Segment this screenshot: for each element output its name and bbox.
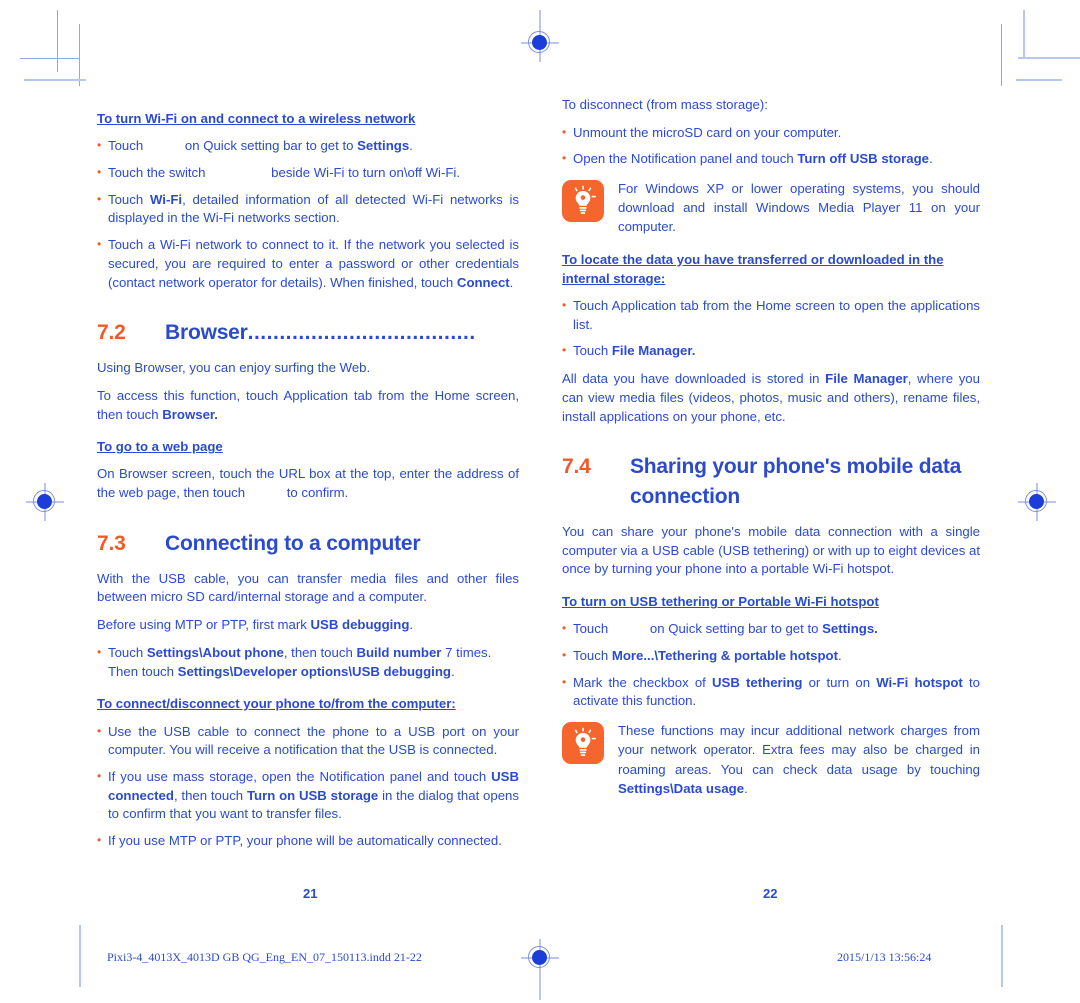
paragraph-usb-debugging: Before using MTP or PTP, first mark USB … — [97, 617, 414, 633]
section-heading-7-3: 7.3 Connecting to a computer — [97, 529, 519, 559]
bullet-list-connect: Use the USB cable to connect the phone t… — [97, 723, 519, 851]
paragraph-usb-transfer: With the USB cable, you can transfer med… — [97, 570, 519, 605]
section-title-7-2-dots: .................................... — [247, 321, 476, 345]
list-item: Touch on Quick setting bar to get to Set… — [97, 137, 519, 156]
list-item: Touch Application tab from the Home scre… — [562, 297, 980, 334]
manual-page-spread: To turn Wi-Fi on and connect to a wirele… — [0, 0, 1080, 1003]
paragraph-file-manager: All data you have downloaded is stored i… — [562, 371, 980, 424]
heading-go-to-web-page: To go to a web page — [97, 439, 223, 455]
footer-timestamp: 2015/1/13 13:56:24 — [837, 950, 932, 964]
list-item: Touch a Wi-Fi network to connect to it. … — [97, 236, 519, 292]
heading-turn-on-wifi: To turn Wi-Fi on and connect to a wirele… — [97, 111, 416, 126]
lightbulb-icon — [562, 180, 604, 223]
section-number-7-4: 7.4 — [562, 455, 591, 479]
bullet-list-disconnect: Unmount the microSD card on your compute… — [562, 124, 980, 169]
left-page-column: To turn Wi-Fi on and connect to a wirele… — [97, 96, 519, 860]
section-number-7-2: 7.2 — [97, 321, 126, 345]
lightbulb-icon — [562, 722, 604, 765]
list-item: Touch Settings\About phone, then touch B… — [97, 644, 519, 681]
right-page-column: To disconnect (from mass storage): Unmou… — [562, 96, 980, 810]
section-title-7-4-line2: connection — [630, 485, 741, 509]
page-number-left: 21 — [303, 886, 318, 901]
paragraph-browser-intro: Using Browser, you can enjoy surfing the… — [97, 360, 371, 376]
heading-locate-data: To locate the data you have transferred … — [562, 251, 944, 286]
page-number-right: 22 — [763, 886, 778, 901]
section-heading-7-2: 7.2 Browser.............................… — [97, 318, 519, 348]
list-item: Touch Wi-Fi, detailed information of all… — [97, 191, 519, 228]
tip-note-windows-xp: For Windows XP or lower operating system… — [562, 179, 980, 236]
paragraph-browser-url: On Browser screen, touch the URL box at … — [97, 466, 519, 501]
list-item: Mark the checkbox of USB tethering or tu… — [562, 674, 980, 711]
heading-turn-on-tethering: To turn on USB tethering or Portable Wi-… — [562, 594, 879, 610]
section-number-7-3: 7.3 — [97, 531, 126, 555]
list-item: Use the USB cable to connect the phone t… — [97, 723, 519, 760]
list-item: If you use mass storage, open the Notifi… — [97, 768, 519, 824]
bullet-list-locate: Touch Application tab from the Home scre… — [562, 297, 980, 361]
tip-note-network-charges: These functions may incur additional net… — [562, 721, 980, 798]
section-heading-7-4: 7.4 Sharing your phone's mobile data conn… — [562, 452, 980, 512]
list-item: Unmount the microSD card on your compute… — [562, 124, 980, 143]
paragraph-browser-access: To access this function, touch Applicati… — [97, 387, 519, 422]
bullet-list-wifi: Touch on Quick setting bar to get to Set… — [97, 137, 519, 292]
section-title-7-4-line1: Sharing your phone's mobile data — [630, 455, 962, 479]
bullet-list-debug: Touch Settings\About phone, then touch B… — [97, 644, 519, 681]
paragraph-disconnect-intro: To disconnect (from mass storage): — [562, 97, 768, 112]
section-title-7-2: Browser.................................… — [165, 318, 519, 348]
section-title-7-2-text: Browser — [165, 321, 248, 345]
list-item: Touch on Quick setting bar to get to Set… — [562, 620, 980, 639]
section-title-7-4: Sharing your phone's mobile data connecti… — [630, 452, 980, 512]
tip-note-text: These functions may incur additional net… — [618, 723, 980, 796]
heading-connect-disconnect: To connect/disconnect your phone to/from… — [97, 696, 456, 712]
list-item: Touch File Manager. — [562, 342, 980, 361]
list-item: Touch the switch beside Wi-Fi to turn on… — [97, 164, 519, 183]
list-item: If you use MTP or PTP, your phone will b… — [97, 832, 519, 851]
paragraph-sharing-intro: You can share your phone's mobile data c… — [562, 523, 980, 577]
list-item: Open the Notification panel and touch Tu… — [562, 150, 980, 169]
list-item: Touch More...\Tethering & portable hotsp… — [562, 647, 980, 666]
footer-filename: Pixi3-4_4013X_4013D GB QG_Eng_EN_07_1501… — [107, 950, 422, 964]
section-title-7-3: Connecting to a computer — [165, 531, 421, 555]
tip-note-text: For Windows XP or lower operating system… — [618, 181, 980, 235]
bullet-list-tethering: Touch on Quick setting bar to get to Set… — [562, 620, 980, 711]
